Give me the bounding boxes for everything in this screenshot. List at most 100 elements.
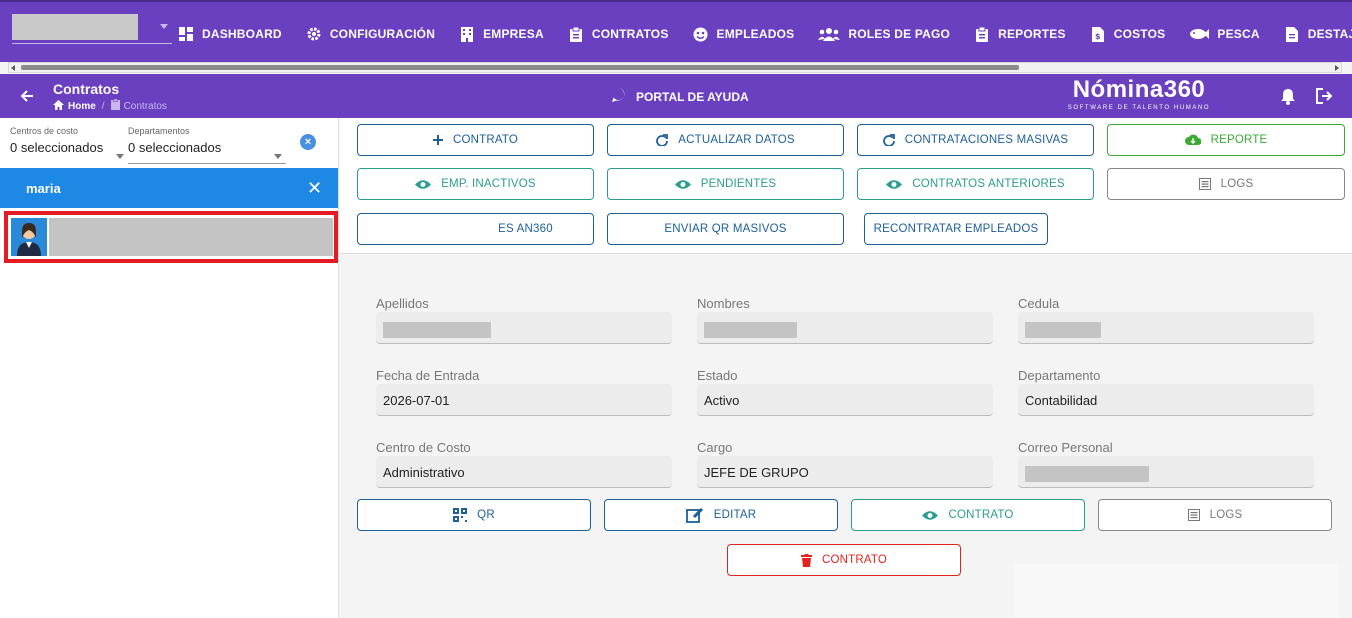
help-portal-link[interactable]: ? PORTAL DE AYUDA: [612, 88, 749, 105]
close-icon[interactable]: ✕: [307, 178, 322, 199]
previous-contracts-button[interactable]: CONTRATOS ANTERIORES: [857, 168, 1094, 200]
dashboard-icon: [178, 26, 194, 42]
chevron-down-icon: [274, 154, 282, 159]
nav-item-configuracion[interactable]: CONFIGURACIÓN: [306, 24, 435, 44]
delete-contract-button[interactable]: CONTRATO: [727, 544, 961, 576]
centro-costo-field: Centro de Costo Administrativo: [376, 440, 672, 488]
gear-icon: [306, 26, 322, 42]
action-toolbar: CONTRATO ACTUALIZAR DATOS CONTRATACIONES…: [340, 118, 1352, 254]
search-input[interactable]: maria: [26, 181, 61, 196]
home-icon: [53, 99, 64, 113]
nav-item-destajo[interactable]: DESTAJO: [1284, 24, 1352, 44]
nav-item-pesca[interactable]: PESCA: [1189, 24, 1260, 44]
button-label: CONTRATOS ANTERIORES: [912, 178, 1065, 190]
clipboard-icon: [568, 26, 584, 42]
employee-list-panel: Centros de costo 0 seleccionados Departa…: [0, 118, 339, 618]
pending-button[interactable]: PENDIENTES: [607, 168, 844, 200]
add-contract-button[interactable]: CONTRATO: [357, 124, 594, 156]
cost-center-filter[interactable]: Centros de costo 0 seleccionados: [10, 126, 124, 159]
button-label: CONTRATO: [821, 554, 888, 566]
nav-item-reportes[interactable]: REPORTES: [974, 24, 1066, 44]
eye-icon: [922, 510, 939, 521]
company-select[interactable]: [12, 14, 172, 44]
scroll-left-icon[interactable]: [11, 65, 15, 71]
view-contract-button[interactable]: CONTRATO: [851, 499, 1085, 531]
bell-icon[interactable]: [1280, 88, 1296, 110]
nav-item-dashboard[interactable]: DASHBOARD: [178, 24, 282, 44]
nav-label: ROLES DE PAGO: [848, 27, 951, 41]
nombres-field: Nombres: [697, 296, 993, 344]
brand-logo: Nómina360 SOFTWARE DE TALENTO HUMANO: [1066, 76, 1212, 116]
eye-icon: [674, 179, 691, 190]
svg-text:$: $: [1095, 32, 1101, 41]
field-label: Nombres: [697, 296, 750, 311]
department-value: 0 seleccionados: [128, 140, 222, 155]
estado-field: Estado Activo: [697, 368, 993, 416]
refresh-icon: [882, 134, 895, 146]
employee-list-item[interactable]: [4, 211, 338, 263]
apellidos-field: Apellidos: [376, 296, 672, 344]
chevron-down-icon: [160, 24, 168, 29]
button-label: ACTUALIZAR DATOS: [678, 134, 795, 146]
field-value: Contabilidad: [1018, 384, 1314, 416]
qr-button[interactable]: QR: [357, 499, 591, 531]
correo-field: Correo Personal: [1018, 440, 1314, 488]
rehire-employees-button[interactable]: RECONTRATAR EMPLEADOS: [864, 213, 1048, 245]
inactive-employees-button[interactable]: EMP. INACTIVOS: [357, 168, 594, 200]
help-label: PORTAL DE AYUDA: [636, 89, 749, 104]
search-bar[interactable]: maria ✕: [0, 168, 338, 208]
building-icon: [459, 26, 475, 42]
nav-label: CONFIGURACIÓN: [329, 27, 436, 41]
clipboard-icon: [110, 98, 120, 113]
logs-button[interactable]: LOGS: [1107, 168, 1345, 200]
an360-button[interactable]: ES AN360: [357, 213, 594, 245]
button-label: REPORTE: [1210, 134, 1268, 146]
employee-name-redacted: [49, 218, 333, 256]
plus-icon: [432, 135, 443, 145]
field-value: 2026-07-01: [376, 384, 672, 416]
button-label: PENDIENTES: [700, 178, 777, 190]
edit-button[interactable]: EDITAR: [604, 499, 838, 531]
nav-label: DESTAJO: [1307, 27, 1352, 41]
contract-logs-button[interactable]: LOGS: [1098, 499, 1332, 531]
button-label: ES AN360: [498, 223, 553, 235]
redacted-value: [383, 321, 491, 338]
list-icon: [1198, 178, 1211, 190]
field-label: Cedula: [1018, 296, 1060, 311]
eye-icon: [886, 179, 903, 190]
nav-label: EMPRESA: [483, 27, 544, 41]
scrollbar-thumb[interactable]: [21, 65, 1019, 70]
logo-text: Nómina360: [1072, 76, 1206, 103]
scroll-right-icon[interactable]: [1335, 65, 1339, 71]
cost-center-label: Centros de costo: [10, 126, 79, 136]
update-data-button[interactable]: ACTUALIZAR DATOS: [607, 124, 844, 156]
button-label: LOGS: [1220, 178, 1254, 190]
report-button[interactable]: REPORTE: [1107, 124, 1345, 156]
button-label: EDITAR: [713, 509, 757, 521]
clear-filters-icon[interactable]: ×: [300, 134, 316, 150]
logout-icon[interactable]: [1316, 88, 1333, 109]
fecha-entrada-field: Fecha de Entrada 2026-07-01: [376, 368, 672, 416]
breadcrumb-home[interactable]: Home: [68, 101, 96, 112]
nav-label: EMPLEADOS: [716, 27, 795, 41]
department-filter[interactable]: Departamentos 0 seleccionados: [128, 126, 286, 164]
nav-item-contratos[interactable]: CONTRATOS: [568, 24, 669, 44]
bulk-hiring-button[interactable]: CONTRATACIONES MASIVAS: [857, 124, 1094, 156]
button-label: ENVIAR QR MASIVOS: [664, 223, 787, 235]
send-bulk-qr-button[interactable]: ENVIAR QR MASIVOS: [607, 213, 844, 245]
cost-center-value: 0 seleccionados: [10, 140, 104, 155]
nav-item-roles-de-pago[interactable]: ROLES DE PAGO: [818, 24, 950, 44]
edit-icon: [685, 507, 704, 523]
nav-item-empresa[interactable]: EMPRESA: [459, 24, 544, 44]
svg-text:?: ?: [617, 91, 622, 101]
breadcrumb-separator: /: [101, 100, 105, 112]
nav-item-empleados[interactable]: EMPLEADOS: [693, 24, 795, 44]
field-value: [1018, 456, 1314, 488]
horizontal-scrollbar[interactable]: [8, 62, 1342, 73]
back-arrow-icon[interactable]: [18, 87, 36, 105]
field-label: Correo Personal: [1018, 440, 1113, 455]
department-label: Departamentos: [128, 126, 190, 136]
top-navbar: DASHBOARD CONFIGURACIÓN EMPRESA CONTRATO…: [0, 0, 1352, 62]
nav-item-costos[interactable]: $ COSTOS: [1090, 24, 1166, 44]
company-name-redacted: [12, 14, 138, 40]
